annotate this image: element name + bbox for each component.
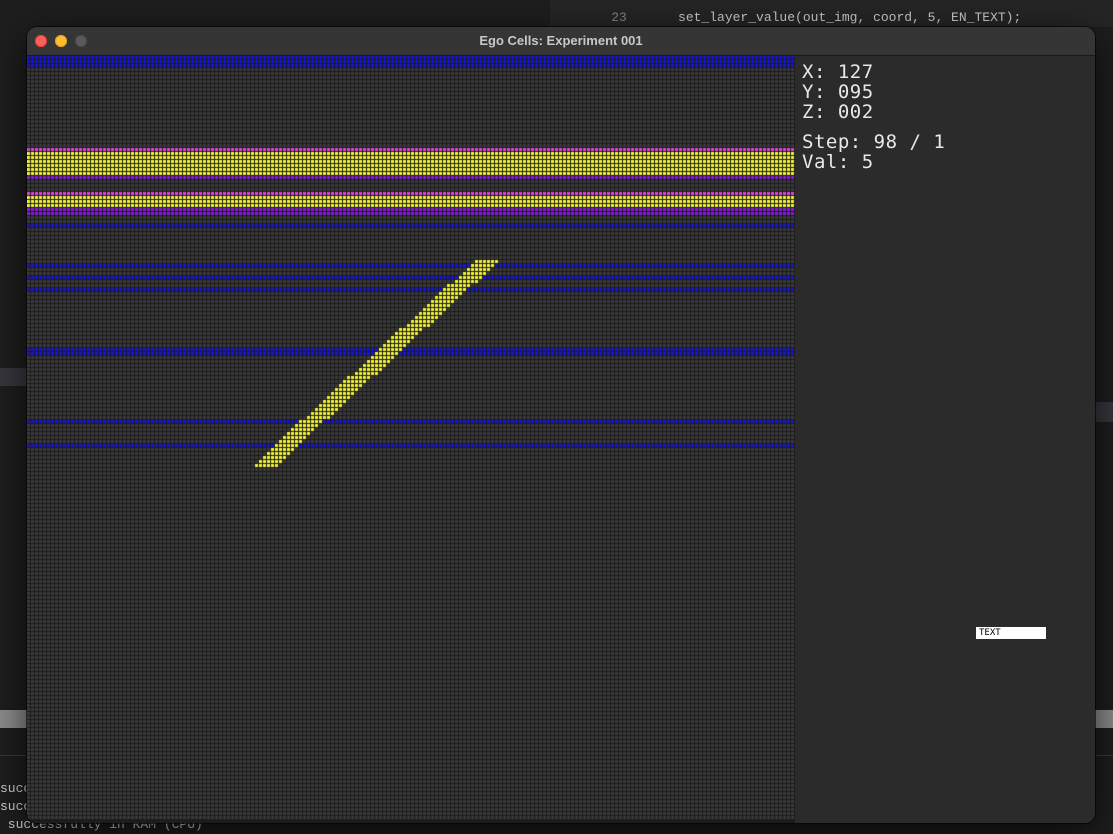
editor-selection-strip: [0, 368, 27, 386]
editor-selection-strip: [1095, 402, 1113, 422]
z-coordinate-readout: Z: 002: [802, 101, 874, 123]
info-panel: X: 127 Y: 095 Z: 002 Step: 98 / 1 Val: 5…: [795, 56, 1095, 823]
title-bar[interactable]: Ego Cells: Experiment 001: [27, 27, 1095, 56]
step-readout: Step: 98 / 1: [802, 131, 946, 153]
x-coordinate-readout: X: 127: [802, 61, 874, 83]
code-line: 23 set_layer_value(out_img, coord, 5, EN…: [550, 0, 1021, 25]
window-title: Ego Cells: Experiment 001: [479, 33, 643, 48]
cell-grid-canvas[interactable]: [27, 56, 795, 823]
app-window: Ego Cells: Experiment 001 X: 127 Y: 095 …: [27, 27, 1095, 823]
code-line: 22}: [550, 10, 654, 41]
code-text: set_layer_value(out_img, coord, 5, EN_TE…: [646, 10, 1022, 25]
code-editor-peek: 23 set_layer_value(out_img, coord, 5, EN…: [550, 0, 1113, 41]
y-coordinate-readout: Y: 095: [802, 81, 874, 103]
value-readout: Val: 5: [802, 151, 874, 173]
text-label-tag: TEXT: [976, 627, 1046, 639]
